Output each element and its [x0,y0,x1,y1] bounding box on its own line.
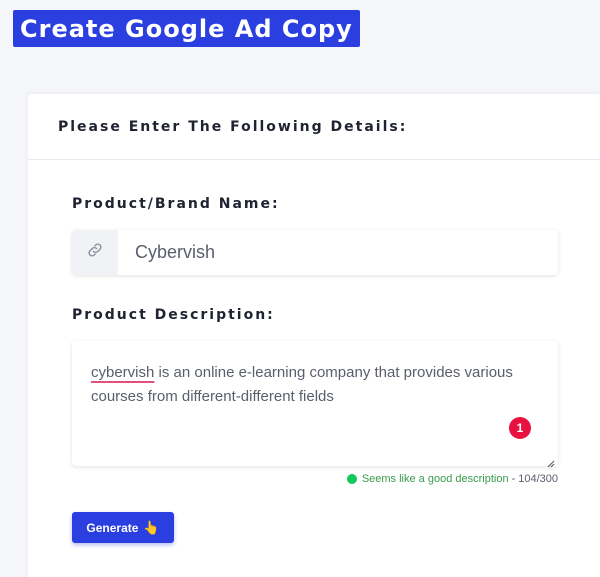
pointing-hand-icon: 👆 [143,519,160,535]
success-dot-icon [346,474,357,484]
page: Create Google Ad Copy Please Enter The F… [0,0,600,577]
card-heading: Please Enter The Following Details: [58,118,408,135]
page-title-bar: Create Google Ad Copy [13,10,360,47]
brand-name-label: Product/Brand Name: [72,196,280,212]
product-description-textarea[interactable]: cybervish is an online e-learning compan… [72,341,558,468]
card-header: Please Enter The Following Details: [28,94,600,160]
grammar-issue-badge[interactable]: 1 [509,417,531,439]
link-icon [86,241,104,264]
generate-button[interactable]: Generate 👆 [72,512,174,543]
resize-handle-icon[interactable] [547,455,555,468]
product-description-label: Product Description: [72,307,275,323]
description-rest: is an online e-learning company that pro… [91,364,513,405]
product-description-text[interactable]: cybervish is an online e-learning compan… [91,361,541,409]
brand-name-input[interactable] [118,230,558,275]
misspelled-word[interactable]: cybervish [91,364,154,381]
character-count: 104/300 [518,473,558,485]
description-status: Seems like a good description - 104/300 [346,473,558,485]
brand-input-addon [72,230,118,275]
page-title: Create Google Ad Copy [20,14,353,43]
brand-name-input-group [72,230,558,275]
status-separator: - [511,473,516,485]
details-card: Please Enter The Following Details: Prod… [28,94,600,577]
status-message: Seems like a good description [361,473,509,485]
generate-button-label: Generate [86,520,139,535]
